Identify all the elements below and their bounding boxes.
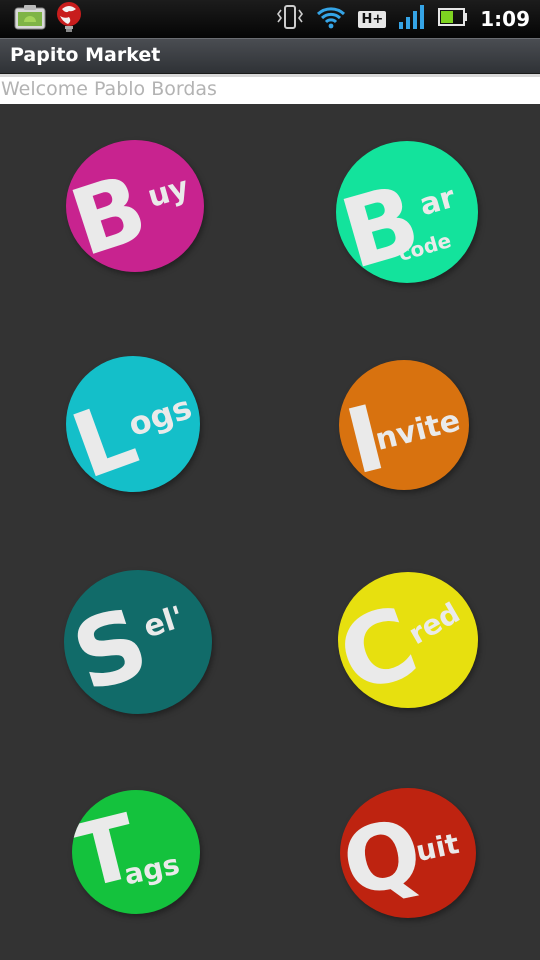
- barcode-letter: B: [336, 163, 432, 283]
- sell-button[interactable]: S el': [64, 570, 212, 714]
- tags-label: ags: [121, 847, 183, 892]
- buy-button[interactable]: B uy: [66, 140, 204, 272]
- notification-icons: [14, 0, 84, 38]
- buy-label: uy: [143, 170, 193, 215]
- cred-label: red: [403, 596, 466, 652]
- app-title-bar: Papito Market: [0, 38, 540, 74]
- status-bar: H+ 1:09: [0, 0, 540, 38]
- system-indicators: H+ 1:09: [276, 0, 530, 38]
- quit-button[interactable]: Q uit: [340, 788, 476, 918]
- invite-button[interactable]: I nvite: [339, 360, 469, 490]
- wifi-icon: [316, 5, 346, 33]
- barcode-label: ar: [415, 179, 460, 224]
- battery-icon: [438, 7, 468, 31]
- barcode-button[interactable]: B ar code: [336, 141, 478, 283]
- welcome-text: Welcome Pablo Bordas: [1, 78, 217, 100]
- screenshot-icon: [14, 4, 46, 34]
- signal-icon: [398, 4, 426, 34]
- quit-label: uit: [412, 826, 462, 869]
- cred-button[interactable]: C red: [338, 572, 478, 708]
- network-type-icon: H+: [358, 10, 387, 28]
- market-globe-icon: [54, 0, 84, 38]
- logs-button[interactable]: L ogs: [66, 356, 200, 492]
- welcome-banner: Welcome Pablo Bordas: [0, 74, 540, 104]
- vibrate-icon: [276, 4, 304, 34]
- invite-label: nvite: [371, 403, 464, 458]
- logs-label: ogs: [123, 388, 197, 444]
- cred-letter: C: [338, 585, 432, 708]
- quit-letter: Q: [340, 799, 431, 918]
- app-title: Papito Market: [10, 44, 161, 66]
- sell-label: el': [139, 599, 189, 646]
- clock: 1:09: [480, 7, 530, 31]
- tags-button[interactable]: T ags: [72, 790, 200, 914]
- buy-letter: B: [66, 153, 159, 272]
